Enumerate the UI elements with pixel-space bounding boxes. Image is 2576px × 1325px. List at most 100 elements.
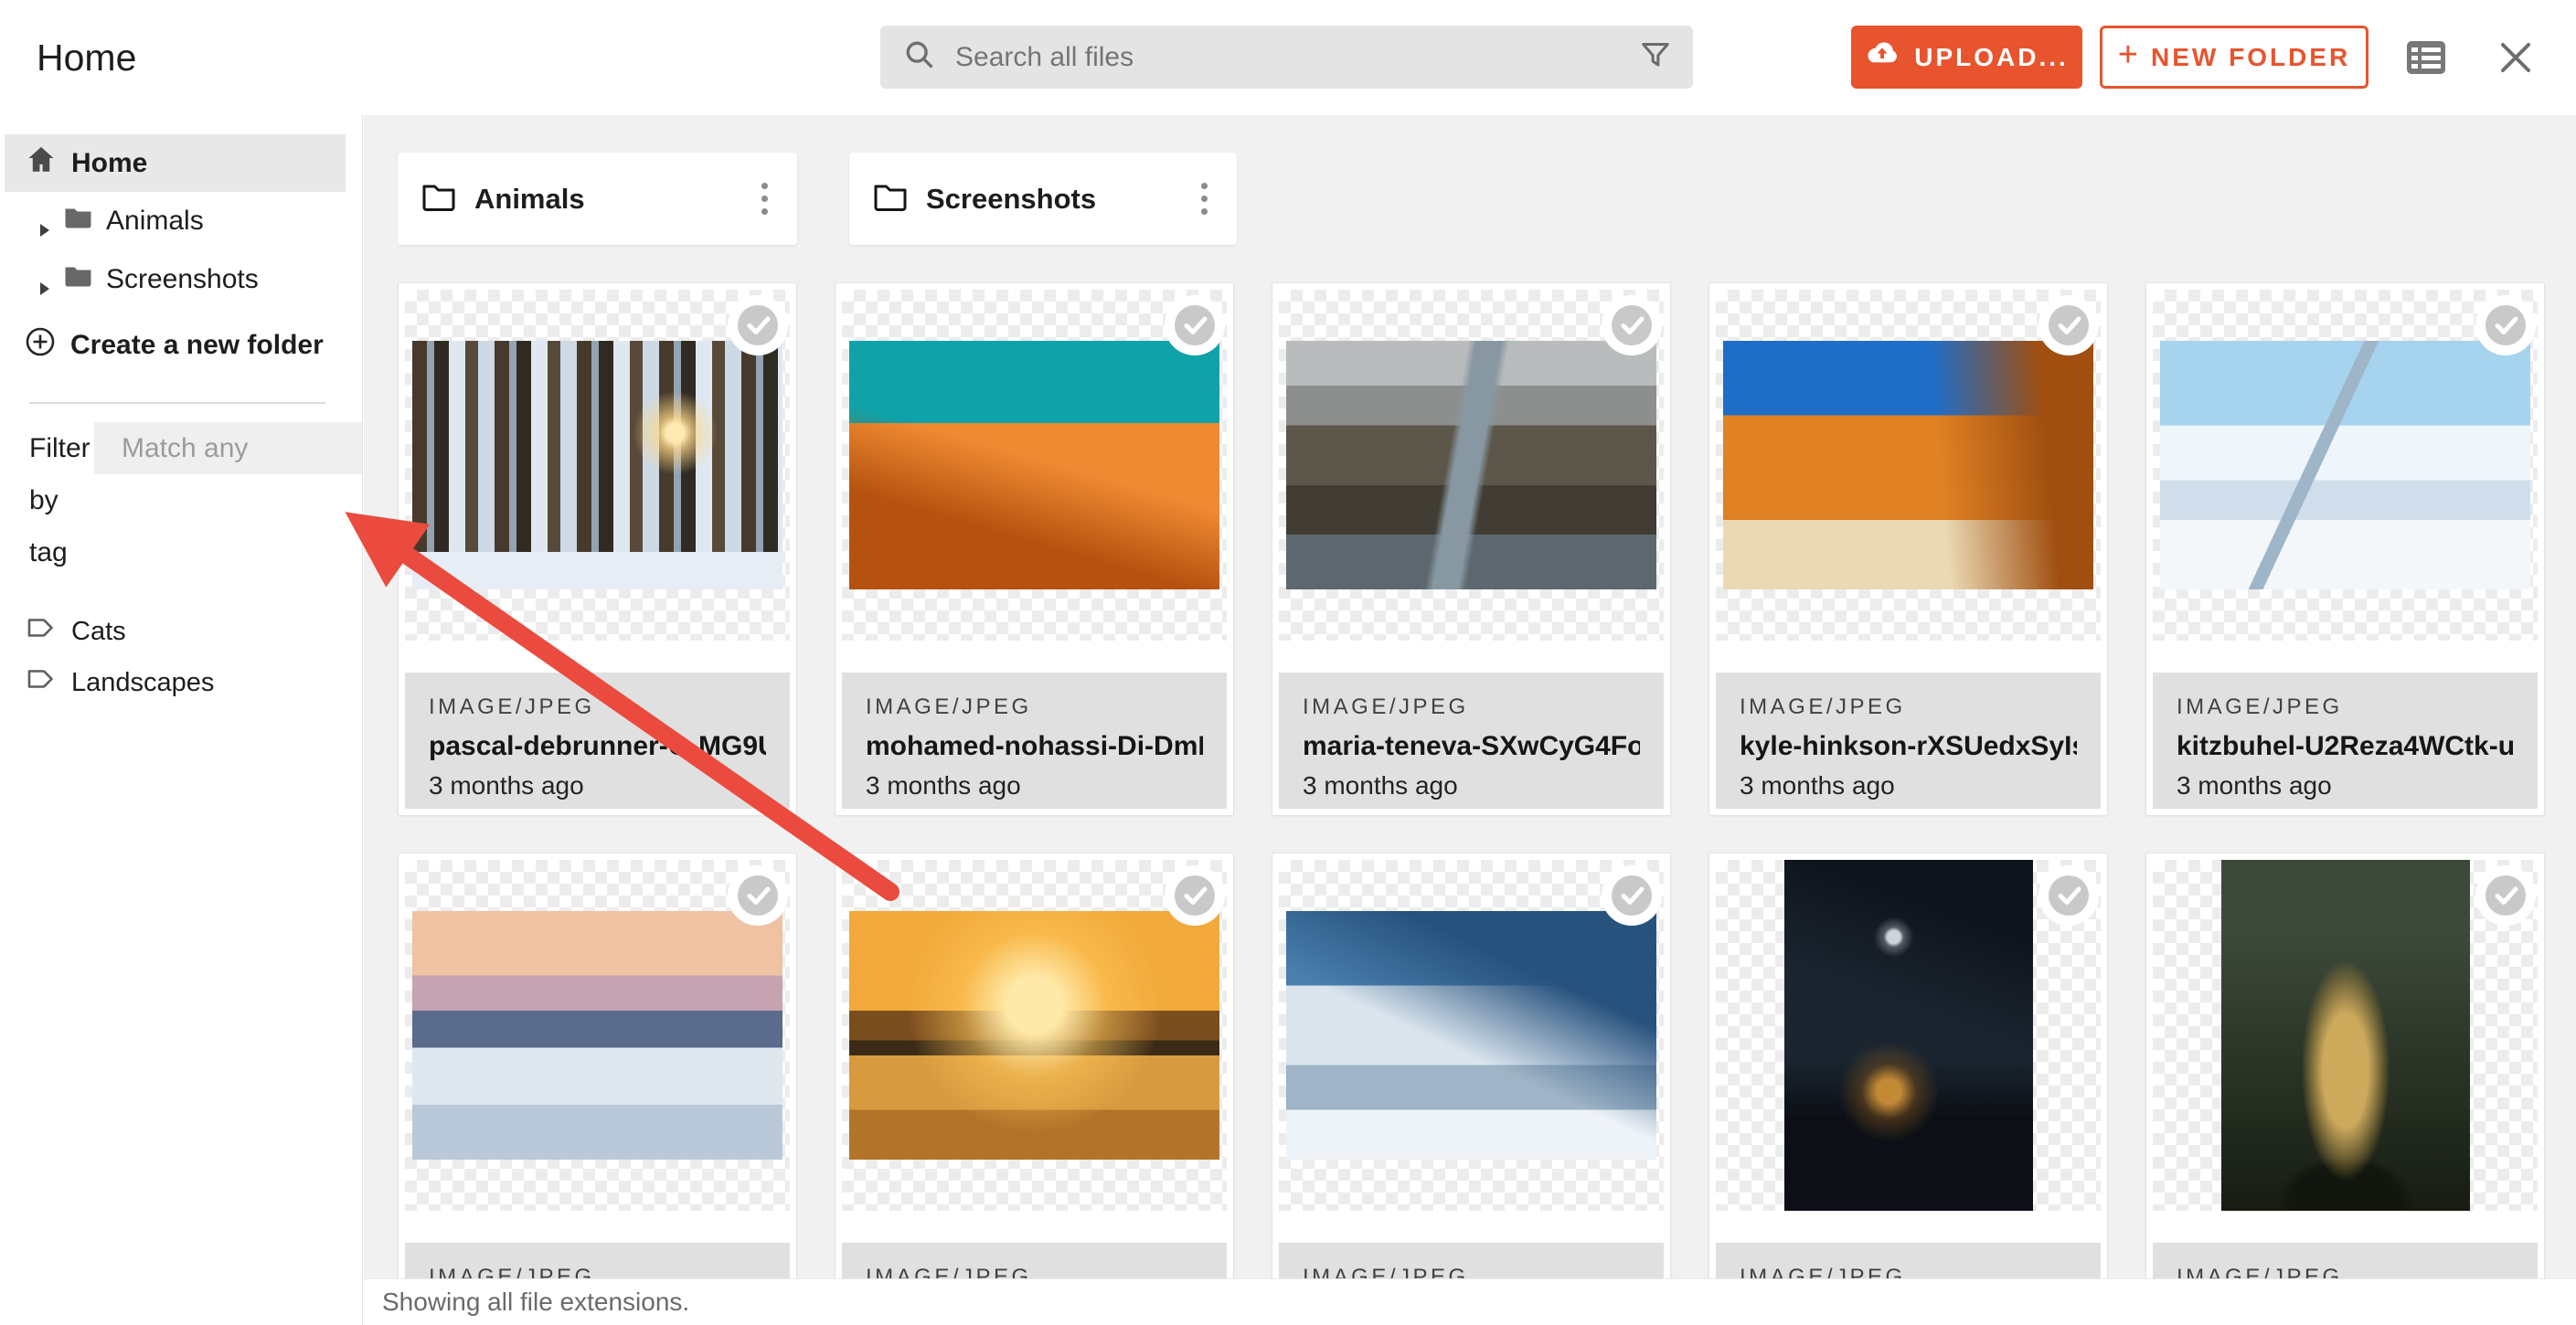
close-icon	[2497, 39, 2534, 76]
sidebar-folder-label: Animals	[106, 206, 204, 237]
tag-icon	[27, 616, 55, 647]
file-card[interactable]: IMAGE/JPEG kyle-hinkson-rXSUedxSyIs-unsp…	[1708, 282, 2108, 816]
match-any-select[interactable]: Match any	[94, 422, 362, 474]
list-view-icon	[2406, 40, 2446, 75]
file-thumbnail-area	[2153, 860, 2538, 1211]
file-card[interactable]: IMAGE/JPEG	[835, 853, 1234, 1325]
files-grid: IMAGE/JPEG pascal-debrunner-O-MG9UpNKgI.…	[398, 282, 2545, 1325]
sidebar-home-label: Home	[71, 148, 147, 179]
file-meta: IMAGE/JPEG pascal-debrunner-O-MG9UpNKgI.…	[405, 673, 790, 809]
sidebar-item-home[interactable]: Home	[5, 134, 346, 192]
folder-card[interactable]: Animals	[398, 153, 797, 245]
cloud-upload-icon	[1865, 40, 1900, 74]
caret-right-icon[interactable]	[39, 214, 50, 228]
file-card[interactable]: IMAGE/JPEG	[2145, 853, 2545, 1325]
folder-card[interactable]: Screenshots	[849, 153, 1237, 245]
folder-menu-kebab-icon[interactable]	[1196, 177, 1213, 220]
file-thumbnail-area	[2153, 290, 2538, 641]
main-content: Animals Screenshots IMAGE/JPEG pascal-de…	[364, 115, 2576, 1325]
tag-list: Cats Landscapes	[0, 606, 362, 708]
search-bar[interactable]	[880, 26, 1693, 89]
select-check-icon[interactable]	[728, 865, 788, 926]
folder-cards-row: Animals Screenshots	[398, 153, 2545, 245]
folder-card-name: Animals	[474, 183, 738, 216]
file-card[interactable]: IMAGE/JPEG	[1708, 853, 2108, 1325]
file-card[interactable]: IMAGE/JPEG	[1272, 853, 1671, 1325]
file-thumbnail-area	[842, 290, 1227, 641]
file-photo-teal-desert	[849, 341, 1219, 589]
create-new-folder-button[interactable]: Create a new folder	[0, 316, 362, 375]
folder-icon	[64, 206, 92, 237]
select-check-icon[interactable]	[2475, 295, 2536, 355]
status-bar: Showing all file extensions.	[364, 1278, 2576, 1325]
sidebar: Home Animals Screenshots	[0, 115, 363, 1325]
select-check-icon[interactable]	[1602, 295, 1662, 355]
file-photo-golden-tree	[2221, 860, 2470, 1211]
list-view-toggle-button[interactable]	[2404, 37, 2448, 79]
home-icon	[26, 145, 57, 182]
file-meta: IMAGE/JPEG mohamed-nohassi-Di-DmLD6cW8..…	[842, 673, 1227, 809]
file-thumbnail-area	[1279, 290, 1664, 641]
file-photo-night-moon	[1784, 860, 2033, 1211]
file-age: 3 months ago	[1303, 771, 1640, 800]
file-photo-snow-forest	[412, 341, 782, 589]
file-card[interactable]: IMAGE/JPEG mohamed-nohassi-Di-DmLD6cW8..…	[835, 282, 1234, 816]
plus-circle-icon	[25, 326, 56, 365]
file-thumbnail-area	[1716, 860, 2101, 1211]
file-name: kyle-hinkson-rXSUedxSyIs-unspl...	[1740, 731, 2077, 762]
filter-by-tag-label: Filter by tag	[29, 422, 94, 578]
file-age: 3 months ago	[1740, 771, 2077, 800]
file-age: 3 months ago	[2177, 771, 2514, 800]
file-age: 3 months ago	[866, 771, 1203, 800]
tag-label: Landscapes	[71, 668, 214, 698]
file-thumbnail-area	[842, 860, 1227, 1211]
caret-right-icon[interactable]	[39, 272, 50, 287]
tag-icon	[27, 667, 55, 698]
sidebar-folder-item[interactable]: Screenshots	[0, 250, 362, 309]
file-name: maria-teneva-SXwCyG4FoPk-uns...	[1303, 731, 1640, 762]
file-card[interactable]: IMAGE/JPEG kitzbuhel-U2Reza4WCtk-unsplas…	[2145, 282, 2545, 816]
file-age: 3 months ago	[429, 771, 766, 800]
filter-funnel-icon[interactable]	[1642, 42, 1669, 72]
sidebar-folder-label: Screenshots	[106, 264, 259, 295]
file-card[interactable]: IMAGE/JPEG pascal-debrunner-O-MG9UpNKgI.…	[398, 282, 797, 816]
file-card[interactable]: IMAGE/JPEG maria-teneva-SXwCyG4FoPk-uns.…	[1272, 282, 1671, 816]
file-name: mohamed-nohassi-Di-DmLD6cW8...	[866, 731, 1203, 762]
sidebar-divider	[29, 402, 325, 404]
select-check-icon[interactable]	[2475, 865, 2536, 926]
file-thumbnail-area	[405, 290, 790, 641]
select-check-icon[interactable]	[2038, 295, 2099, 355]
upload-button-label: UPLOAD...	[1914, 43, 2069, 72]
select-check-icon[interactable]	[1602, 865, 1662, 926]
folder-tree: Animals Screenshots	[0, 192, 362, 309]
tag-item[interactable]: Landscapes	[0, 657, 362, 708]
file-photo-alps	[2160, 341, 2530, 589]
upload-button[interactable]: UPLOAD...	[1851, 26, 2082, 89]
close-button[interactable]	[2494, 37, 2538, 79]
page-title: Home	[37, 0, 136, 115]
file-photo-golden-beach	[849, 911, 1219, 1160]
file-meta: IMAGE/JPEG kyle-hinkson-rXSUedxSyIs-unsp…	[1716, 673, 2101, 809]
header: Home UPLOAD...	[0, 0, 2576, 115]
file-thumbnail-area	[1279, 860, 1664, 1211]
sidebar-folder-item[interactable]: Animals	[0, 192, 362, 250]
new-folder-button[interactable]: + NEW FOLDER	[2100, 26, 2368, 89]
plus-icon: +	[2118, 36, 2138, 75]
file-type: IMAGE/JPEG	[2177, 694, 2514, 720]
file-meta: IMAGE/JPEG kitzbuhel-U2Reza4WCtk-unsplas…	[2153, 673, 2538, 809]
new-folder-button-label: NEW FOLDER	[2151, 43, 2350, 72]
select-check-icon[interactable]	[1165, 295, 1225, 355]
select-check-icon[interactable]	[728, 295, 788, 355]
folder-outline-icon	[873, 181, 908, 217]
file-photo-fjord	[1286, 341, 1656, 589]
select-check-icon[interactable]	[2038, 865, 2099, 926]
select-check-icon[interactable]	[1165, 865, 1225, 926]
search-icon	[904, 39, 935, 75]
tag-item[interactable]: Cats	[0, 606, 362, 657]
folder-menu-kebab-icon[interactable]	[756, 177, 773, 220]
tag-label: Cats	[71, 617, 126, 647]
file-type: IMAGE/JPEG	[1303, 694, 1640, 720]
search-input[interactable]	[955, 42, 1642, 73]
file-photo-snow-peak	[1286, 911, 1656, 1160]
file-card[interactable]: IMAGE/JPEG	[398, 853, 797, 1325]
